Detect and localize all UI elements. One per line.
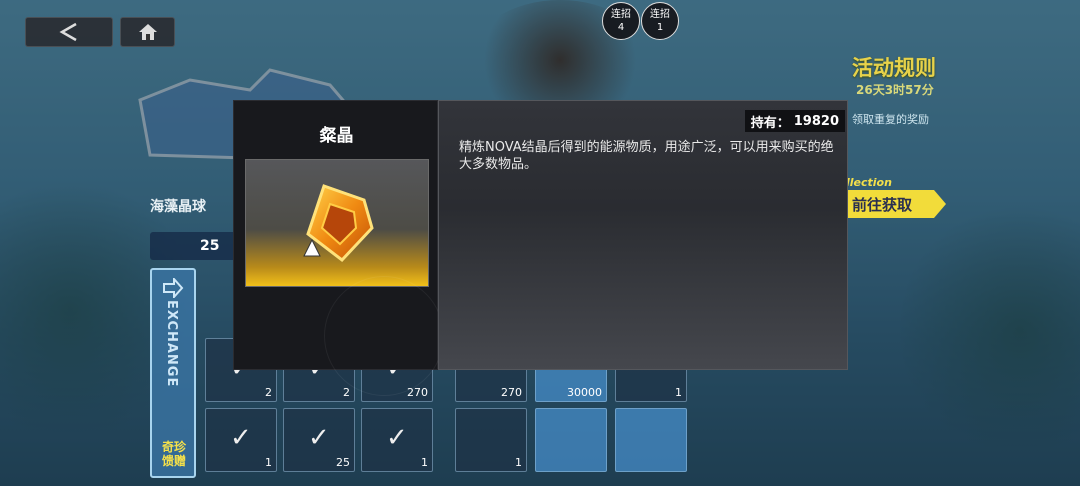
goto-obtain-button[interactable]: 前往获取 [846, 190, 946, 218]
item-qty: 30000 [567, 386, 602, 399]
collection-label: llection [846, 176, 892, 189]
checkmark-icon: ✓ [386, 423, 408, 453]
item-description-panel: 持有： 19820 精炼NOVA结晶后得到的能源物质，用途广泛，可以用来购买的绝… [438, 100, 848, 370]
back-arrow-icon [59, 22, 77, 42]
arrow-right-icon [163, 278, 184, 298]
decorative-circle [324, 276, 444, 396]
currency-value: 25 [200, 238, 220, 254]
shop-item[interactable]: 1 [455, 408, 527, 472]
shop-item[interactable]: ✓ 1 [205, 408, 277, 472]
owned-count-badge: 持有： 19820 [744, 110, 845, 132]
item-qty: 2 [265, 386, 272, 399]
item-qty: 270 [501, 386, 522, 399]
combo-value: 4 [617, 22, 625, 33]
checkmark-icon: ✓ [308, 423, 330, 453]
shop-item[interactable] [535, 408, 607, 472]
owned-value: 19820 [793, 113, 839, 129]
item-qty: 1 [421, 456, 428, 469]
item-name: 粲晶 [319, 126, 354, 146]
crystal-icon [303, 184, 374, 263]
item-qty: 25 [336, 456, 350, 469]
event-note: 领取重复的奖励 [852, 113, 929, 126]
event-time-left: 26天3时57分 [856, 83, 934, 97]
item-qty: 2 [343, 386, 350, 399]
item-qty: 1 [675, 386, 682, 399]
exchange-tab[interactable]: EXCHANGE 奇珍馈赠 [150, 268, 196, 478]
shop-item[interactable]: ✓ 1 [361, 408, 433, 472]
combo-counter-1: 连招 4 [602, 2, 640, 40]
exchange-tab-cn: 奇珍馈赠 [161, 440, 186, 468]
combo-counter-2: 连招 1 [641, 2, 679, 40]
owned-label: 持有： [750, 115, 790, 131]
combo-label: 连招 [650, 9, 670, 20]
checkmark-icon: ✓ [230, 423, 252, 453]
item-image-frame [245, 159, 429, 287]
item-description: 精炼NOVA结晶后得到的能源物质，用途广泛，可以用来购买的绝大多数物品。 [459, 140, 834, 172]
shop-item[interactable]: ✓ 25 [283, 408, 355, 472]
shop-section-label: 海藻晶球 [150, 199, 206, 215]
event-rules-title[interactable]: 活动规则 [852, 52, 936, 82]
item-qty: 1 [265, 456, 272, 469]
shop-item[interactable] [615, 408, 687, 472]
combo-label: 连招 [611, 9, 631, 20]
exchange-tab-text: EXCHANGE [164, 300, 179, 388]
currency-bar: 25 [150, 232, 240, 260]
item-qty: 1 [515, 456, 522, 469]
combo-value: 1 [656, 22, 664, 33]
back-button[interactable] [25, 17, 113, 47]
home-button[interactable] [120, 17, 175, 47]
home-icon [138, 24, 157, 40]
item-detail-panel: 粲晶 [233, 100, 444, 396]
